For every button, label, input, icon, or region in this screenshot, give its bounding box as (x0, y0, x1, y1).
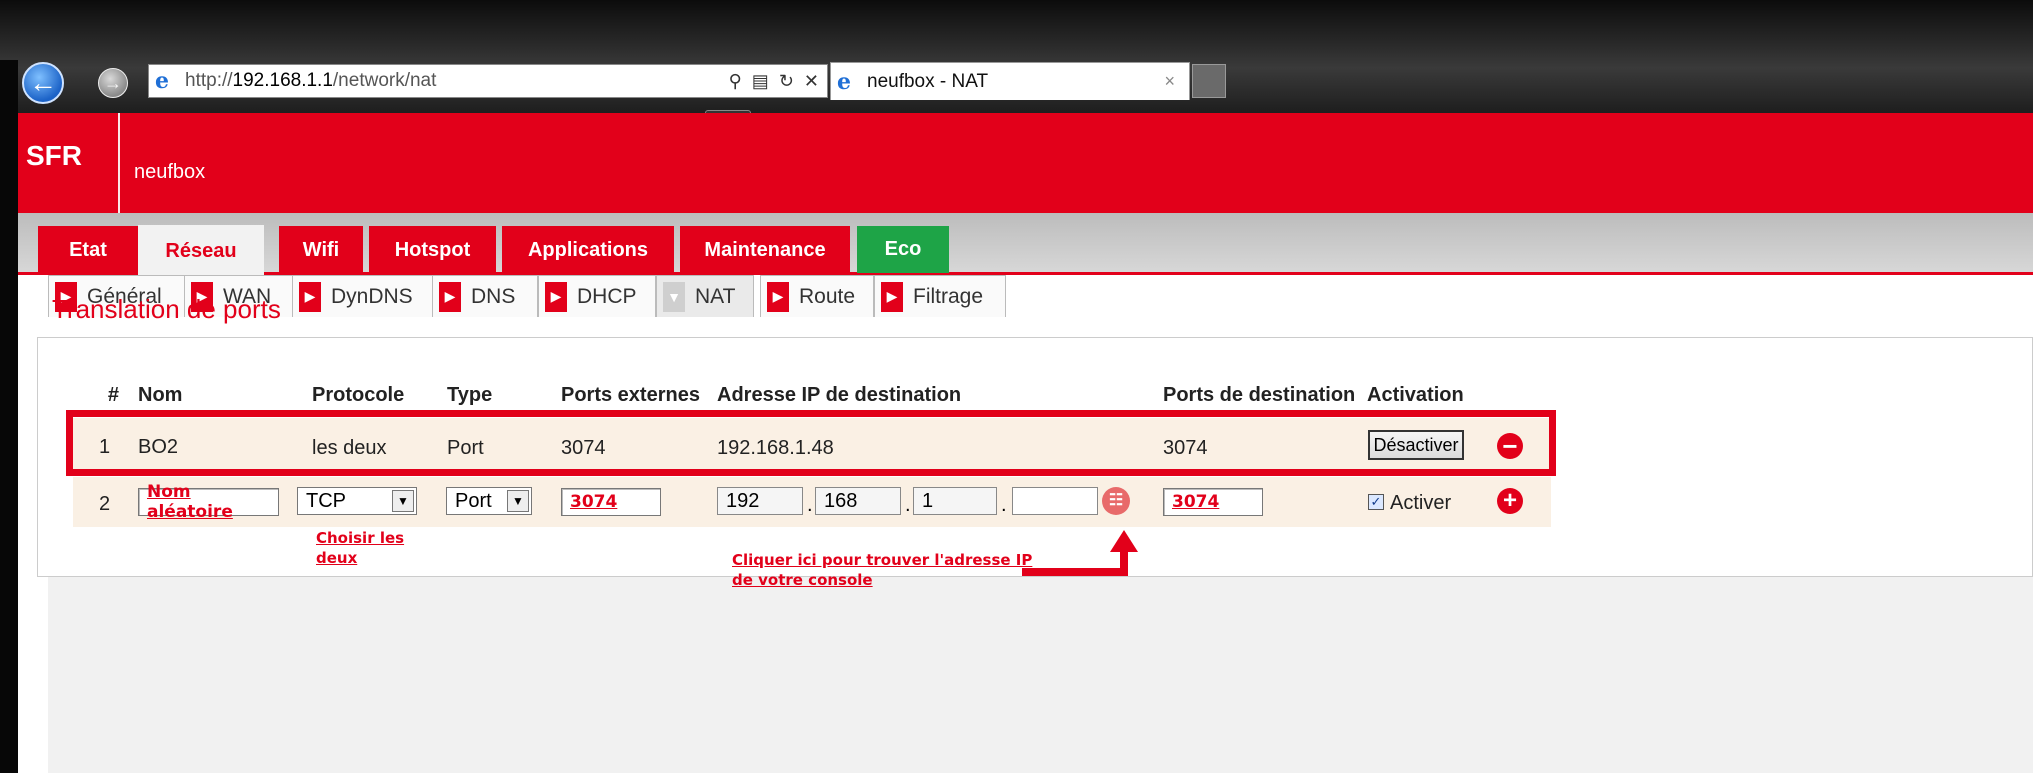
tab-maintenance[interactable]: Maintenance (680, 226, 850, 275)
ip-dot: . (807, 494, 813, 516)
ip-octet-4[interactable] (1012, 487, 1098, 515)
arrow-shaft-vertical (1120, 550, 1128, 576)
header-num: # (107, 384, 119, 406)
dropdown-arrow-icon: ▼ (392, 490, 414, 512)
activer-checkbox[interactable]: ✓ (1368, 494, 1384, 510)
chevron-right-icon: ▶ (767, 281, 789, 312)
browser-tab[interactable]: e neufbox - NAT × (830, 62, 1190, 100)
ip-octet-3[interactable]: 1 (913, 487, 997, 515)
ip-octet-1[interactable]: 192 (717, 487, 803, 515)
arrow-head-icon (1110, 530, 1138, 552)
highlight-box (66, 410, 1556, 476)
chevron-right-icon: ▶ (545, 281, 567, 312)
new-tab-button[interactable] (1192, 64, 1226, 98)
annotation-ip: Cliquer ici pour trouver l'adresse IP de… (732, 551, 1033, 589)
dropdown-arrow-icon: ▼ (507, 490, 529, 512)
subtab-nat[interactable]: ▼ NAT (656, 275, 754, 317)
header-type: Type (447, 384, 493, 406)
tab-wifi[interactable]: Wifi (279, 226, 363, 275)
activer-label: Activer (1390, 492, 1452, 514)
page-title: Translation de ports (52, 294, 281, 324)
network-device-icon[interactable]: ☷ (1102, 487, 1130, 515)
tab-reseau[interactable]: Réseau (138, 225, 264, 278)
arrow-shaft-horizontal (1022, 568, 1128, 576)
chevron-right-icon: ▶ (299, 281, 321, 312)
compat-icon[interactable]: ▤ (752, 71, 769, 92)
chevron-right-icon: ▶ (881, 281, 903, 312)
back-arrow-icon[interactable]: ← (22, 62, 64, 104)
stop-icon[interactable]: ✕ (804, 71, 819, 92)
brand-name: neufbox (134, 161, 206, 183)
header-ports-externes: Ports externes (561, 384, 700, 406)
ie-tab-icon: e (837, 68, 851, 95)
type-select[interactable]: Port ▼ (446, 487, 532, 515)
header-nom: Nom (138, 384, 183, 406)
chevron-right-icon: ▶ (439, 281, 461, 312)
ports-destination-input[interactable]: 3074 (1163, 488, 1263, 516)
protocole-select[interactable]: TCP ▼ (297, 487, 417, 515)
subtab-dhcp[interactable]: ▶ DHCP (538, 275, 656, 317)
ports-externes-input[interactable]: 3074 (561, 488, 661, 516)
ip-dot: . (1001, 494, 1007, 516)
address-url: http://192.168.1.1/network/nat (185, 70, 437, 91)
tab-eco[interactable]: Eco (857, 226, 949, 273)
tab-close-icon[interactable]: × (1164, 71, 1175, 92)
sfr-logo: SFR (18, 113, 118, 213)
ip-dot: . (905, 494, 911, 516)
sfr-header: SFR neufbox (18, 113, 2033, 213)
window-left-edge (0, 60, 18, 773)
row2-num: 2 (99, 493, 111, 515)
browser-chrome: ← → e http://192.168.1.1/network/nat ⚲ ▤… (0, 0, 2033, 120)
search-icon[interactable]: ⚲ (729, 71, 742, 92)
chevron-down-icon: ▼ (663, 281, 685, 312)
header-ports-destination: Ports de destination (1163, 384, 1356, 406)
tab-hotspot[interactable]: Hotspot (369, 226, 496, 275)
header-protocole: Protocole (312, 384, 405, 406)
subtab-dns[interactable]: ▶ DNS (432, 275, 538, 317)
subtab-route[interactable]: ▶ Route (760, 275, 874, 317)
screenshot: ← → e http://192.168.1.1/network/nat ⚲ ▤… (0, 0, 2033, 773)
logo-separator (118, 113, 120, 213)
ip-octet-2[interactable]: 168 (815, 487, 901, 515)
tab-etat[interactable]: Etat (38, 226, 138, 275)
header-ip-destination: Adresse IP de destination (717, 384, 962, 406)
address-tools: ⚲ ▤ ↻ ✕ (729, 71, 819, 92)
nom-input[interactable]: Nom aléatoire (138, 482, 279, 522)
tab-applications[interactable]: Applications (502, 226, 674, 275)
subtab-dyndns[interactable]: ▶ DynDNS (292, 275, 436, 317)
main-nav: Etat Réseau Wifi Hotspot Applications Ma… (18, 213, 2033, 278)
subtab-filtrage[interactable]: ▶ Filtrage (874, 275, 1006, 317)
ie-icon: e (155, 68, 169, 94)
annotation-protocol: Choisir les deux (316, 529, 405, 567)
refresh-icon[interactable]: ↻ (779, 71, 794, 92)
forward-arrow-icon[interactable]: → (98, 68, 128, 98)
address-bar[interactable]: e http://192.168.1.1/network/nat ⚲ ▤ ↻ ✕ (148, 64, 828, 98)
header-activation: Activation (1367, 384, 1464, 406)
add-rule-icon[interactable]: + (1497, 488, 1523, 514)
tab-title: neufbox - NAT (867, 70, 989, 92)
